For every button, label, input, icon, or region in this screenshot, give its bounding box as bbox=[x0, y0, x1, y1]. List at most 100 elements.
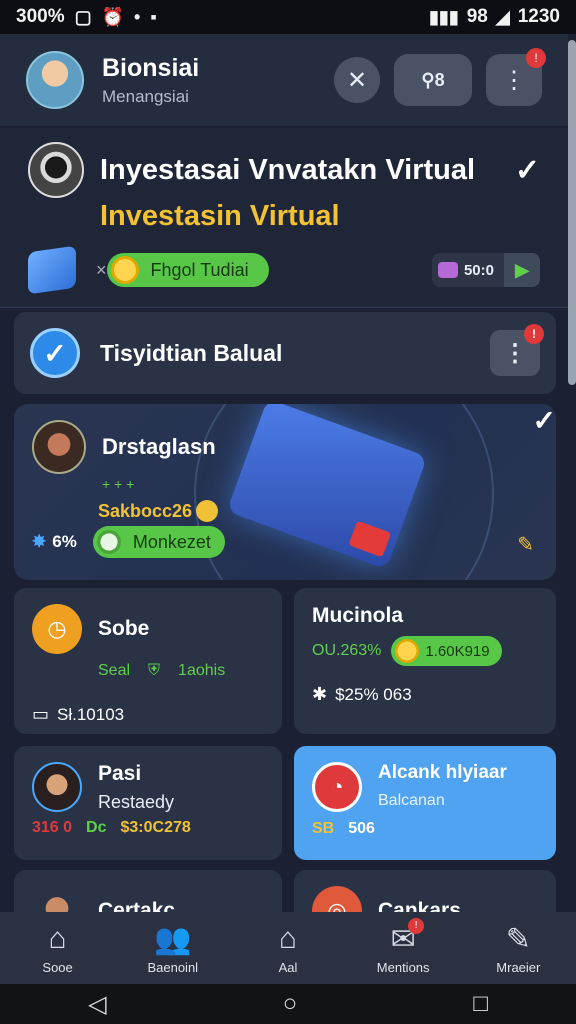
search-icon: ⚲ bbox=[421, 69, 435, 90]
feature-percent: 6% bbox=[52, 532, 77, 551]
tile-left-value: 316 0 bbox=[32, 819, 73, 836]
tile-right-value: $3:0C278 bbox=[120, 819, 191, 836]
feature-action-pill[interactable]: Monkezet bbox=[92, 526, 225, 558]
back-icon[interactable]: ◁ bbox=[88, 990, 106, 1019]
status-bar: 300% ▢ ⏰ • ▪ ▮▮▮ 98 ◢ 1230 bbox=[0, 0, 576, 34]
tile-line-left: OU.263% bbox=[312, 642, 382, 659]
close-search-icon: ✕ bbox=[346, 66, 368, 94]
alarm-icon: ⏰ bbox=[101, 6, 125, 27]
feature-card[interactable]: Drstaglasn ✓ + + + Sakbocc26 ✸ 6% Monkeze… bbox=[14, 404, 556, 580]
investment-avatar bbox=[28, 142, 84, 198]
home-circle-icon[interactable]: ○ bbox=[283, 990, 298, 1018]
stat-chip[interactable]: 50:0 ▶ bbox=[431, 253, 540, 287]
asterisk-icon: ✱ bbox=[312, 684, 328, 704]
tile-line-left: Seal bbox=[98, 662, 131, 679]
app-title: Bionsiai bbox=[102, 53, 200, 82]
coin-icon bbox=[110, 256, 139, 284]
bottom-nav: ⌂ Sooe 👥 Baenoinl ⌂ Aal ✉ ! Mentions ✎ M… bbox=[0, 912, 576, 984]
tile-left-value: SB bbox=[312, 820, 335, 837]
tile-pill[interactable]: 1.60K919 bbox=[391, 636, 502, 666]
recents-icon[interactable]: □ bbox=[473, 990, 488, 1018]
tools-button[interactable]: ✕ bbox=[334, 57, 380, 103]
dots-vertical-icon: ⋮ bbox=[503, 339, 527, 367]
wallet-tag bbox=[348, 520, 392, 558]
feature-pill-label: Monkezet bbox=[132, 531, 211, 552]
tile-title: Pasi bbox=[98, 762, 142, 785]
app-header: Bionsiai Menangsiai ✕ ⚲ 8 ⋮ ! bbox=[0, 34, 568, 126]
app-subtitle: Menangsiai bbox=[102, 86, 189, 106]
clock-icon: ◷ bbox=[32, 604, 82, 654]
tile-subtitle: Restaedy bbox=[98, 792, 175, 812]
tile-title: Alcank hlyiaar bbox=[378, 762, 507, 783]
nav-badge: ! bbox=[408, 917, 425, 934]
search-badge: 8 bbox=[434, 69, 445, 90]
status-time-right: 1230 bbox=[517, 6, 560, 27]
image-icon: ▪ bbox=[150, 6, 157, 27]
pencil-icon[interactable]: ✎ bbox=[517, 532, 534, 557]
tile-alcank[interactable]: ◔ Alcank hlyiaar Balcanan SB 506 bbox=[294, 746, 556, 860]
system-nav: ◁ ○ □ bbox=[0, 984, 576, 1024]
tile-title: Sobe bbox=[98, 617, 150, 640]
transaction-title: Tisyidtian Balual bbox=[100, 339, 283, 366]
nav-label: Mentions bbox=[376, 959, 430, 975]
signal-icon: ▮▮▮ bbox=[429, 6, 459, 27]
investment-subtitle: Investasin Virtual bbox=[100, 200, 340, 232]
feature-title: Drstaglasn bbox=[102, 434, 216, 459]
investment-title: Inyestasai Vnvatakn Virtual bbox=[100, 153, 476, 186]
transaction-badge: ! bbox=[524, 324, 544, 344]
edit-icon: ✎ bbox=[505, 922, 531, 956]
card-icon: ▭ bbox=[32, 704, 50, 724]
nav-item-people[interactable]: 👥 Baenoinl bbox=[118, 922, 228, 975]
nav-item-mentions[interactable]: ✉ ! Mentions bbox=[348, 917, 458, 975]
coin-icon bbox=[395, 639, 420, 663]
feature-amount: Sakbocc26 bbox=[98, 500, 193, 521]
dot-icon: • bbox=[134, 6, 141, 27]
check-icon[interactable]: ✓ bbox=[515, 153, 540, 188]
check-icon[interactable]: ✓ bbox=[533, 404, 556, 437]
tile-foot: Sł.10103 bbox=[57, 704, 125, 724]
nav-label: Aal bbox=[278, 959, 298, 975]
money-icon bbox=[96, 530, 121, 554]
status-signal-text: 98 bbox=[466, 6, 488, 27]
play-icon[interactable]: ▶ bbox=[504, 253, 540, 287]
dots-vertical-icon: ⋮ bbox=[502, 66, 526, 94]
more-menu-button[interactable]: ⋮ ! bbox=[486, 48, 546, 106]
tile-foot: $25% 063 bbox=[335, 684, 412, 704]
transaction-row[interactable]: ✓ Tisyidtian Balual ⋮ ! bbox=[14, 312, 556, 394]
tile-right-value: 506 bbox=[348, 820, 375, 837]
investment-card[interactable]: Inyestasai Vnvatakn Virtual ✓ Investasin… bbox=[0, 128, 568, 308]
box-icon bbox=[28, 245, 76, 295]
home-icon: ⌂ bbox=[48, 921, 67, 955]
avatar[interactable] bbox=[26, 51, 84, 109]
person-avatar bbox=[32, 762, 82, 812]
notification-badge: ! bbox=[526, 48, 546, 68]
house-icon: ⌂ bbox=[278, 921, 298, 955]
nav-item-house[interactable]: ⌂ Aal bbox=[233, 922, 343, 975]
scrollbar[interactable] bbox=[568, 40, 576, 385]
nav-item-home[interactable]: ⌂ Sooe bbox=[3, 922, 113, 975]
stat-value: 50:0 bbox=[463, 261, 494, 279]
transaction-menu-button[interactable]: ⋮ ! bbox=[490, 324, 544, 376]
timer-icon: ◔ bbox=[312, 762, 362, 812]
tile-mucinola[interactable]: Mucinola OU.263% 1.60K919 ✱ $25% 063 bbox=[294, 588, 556, 734]
nav-label: Baenoinl bbox=[147, 959, 199, 975]
wifi-icon: ◢ bbox=[495, 6, 510, 27]
tile-subtitle: Balcanan bbox=[378, 792, 445, 809]
investment-action-pill[interactable]: Fhgol Tudiai bbox=[106, 253, 269, 287]
status-time-left: 300% bbox=[16, 6, 65, 27]
search-button[interactable]: ⚲ 8 bbox=[394, 54, 472, 106]
pill-label: Fhgol Tudiai bbox=[150, 259, 249, 280]
nav-label: Sooe bbox=[42, 959, 73, 975]
gem-icon bbox=[437, 262, 458, 278]
multiply-icon: × bbox=[96, 259, 107, 280]
nav-label: Mraeier bbox=[496, 959, 541, 975]
sparkle-icon: ✸ bbox=[32, 532, 47, 551]
tile-pasi[interactable]: Pasi Restaedy 316 0 Dc $3:0C278 bbox=[14, 746, 282, 860]
feature-avatar bbox=[32, 420, 86, 474]
shield-icon: ⛨ bbox=[148, 662, 161, 679]
check-circle-icon: ✓ bbox=[30, 328, 80, 378]
tile-sobe[interactable]: ◷ Sobe Seal ⛨ 1aohis ▭ Sł.10103 bbox=[14, 588, 282, 734]
nav-item-edit[interactable]: ✎ Mraeier bbox=[463, 922, 573, 975]
tile-line-right: 1aohis bbox=[178, 662, 226, 679]
tile-title: Mucinola bbox=[312, 604, 404, 627]
